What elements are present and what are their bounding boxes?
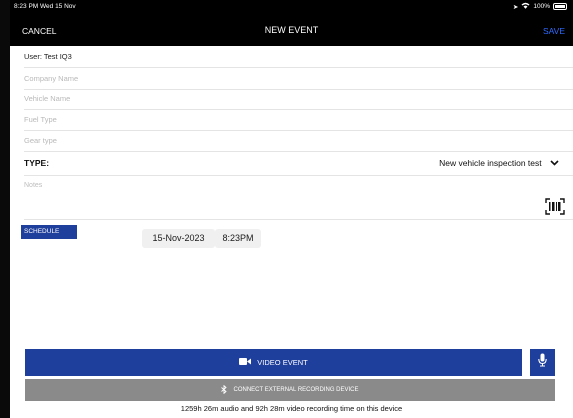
gear-type-placeholder: Gear type bbox=[24, 136, 57, 145]
device-bezel bbox=[0, 0, 10, 418]
app-screen: 8:23 PM Wed 15 Nov ➤ 100% CANCEL NEW EVE… bbox=[10, 0, 573, 418]
microphone-icon bbox=[538, 353, 547, 372]
type-label: TYPE: bbox=[24, 158, 50, 168]
barcode-scan-icon[interactable] bbox=[545, 198, 565, 215]
user-label: User: Test IQ3 bbox=[24, 52, 72, 61]
connect-external-device-button[interactable]: CONNECT EXTERNAL RECORDING DEVICE bbox=[25, 379, 555, 401]
bluetooth-icon bbox=[221, 384, 228, 396]
page-title: NEW EVENT bbox=[264, 25, 319, 35]
microphone-button[interactable] bbox=[530, 349, 555, 376]
company-name-placeholder: Company Name bbox=[24, 74, 79, 83]
fuel-type-field[interactable]: Fuel Type bbox=[24, 109, 573, 131]
battery-icon bbox=[553, 3, 567, 10]
schedule-button[interactable]: SCHEDULE bbox=[21, 225, 77, 239]
wifi-icon bbox=[521, 2, 530, 11]
video-event-button[interactable]: VIDEO EVENT bbox=[25, 349, 522, 376]
type-row: TYPE: New vehicle inspection test bbox=[24, 150, 573, 176]
date-picker[interactable]: 15-Nov-2023 bbox=[142, 229, 215, 248]
nav-bar: CANCEL NEW EVENT SAVE bbox=[10, 14, 573, 46]
video-camera-icon bbox=[239, 358, 252, 367]
battery-percent: 100% bbox=[533, 3, 550, 10]
chevron-down-icon bbox=[550, 150, 559, 176]
gear-type-field[interactable]: Gear type bbox=[24, 130, 573, 152]
vehicle-name-field[interactable]: Vehicle Name bbox=[24, 88, 573, 110]
company-name-field[interactable]: Company Name bbox=[24, 68, 573, 90]
status-time-date: 8:23 PM Wed 15 Nov bbox=[14, 3, 76, 10]
recording-time-info: 1259h 26m audio and 92h 28m video record… bbox=[180, 404, 403, 413]
status-bar: 8:23 PM Wed 15 Nov ➤ 100% bbox=[10, 0, 573, 14]
type-selected-value: New vehicle inspection test bbox=[439, 158, 542, 168]
save-button[interactable]: SAVE bbox=[543, 26, 565, 36]
type-dropdown[interactable]: New vehicle inspection test bbox=[439, 150, 559, 176]
device-frame: 8:23 PM Wed 15 Nov ➤ 100% CANCEL NEW EVE… bbox=[0, 0, 573, 418]
time-picker[interactable]: 8:23PM bbox=[215, 229, 261, 248]
vehicle-name-placeholder: Vehicle Name bbox=[24, 94, 71, 103]
user-row: User: Test IQ3 bbox=[24, 46, 573, 68]
video-event-label: VIDEO EVENT bbox=[257, 358, 308, 367]
notes-placeholder: Notes bbox=[24, 182, 43, 189]
connect-external-label: CONNECT EXTERNAL RECORDING DEVICE bbox=[233, 387, 359, 393]
location-icon: ➤ bbox=[512, 3, 519, 11]
notes-field[interactable]: Notes bbox=[24, 176, 573, 220]
fuel-type-placeholder: Fuel Type bbox=[24, 115, 57, 124]
status-indicators: ➤ 100% bbox=[513, 2, 567, 11]
